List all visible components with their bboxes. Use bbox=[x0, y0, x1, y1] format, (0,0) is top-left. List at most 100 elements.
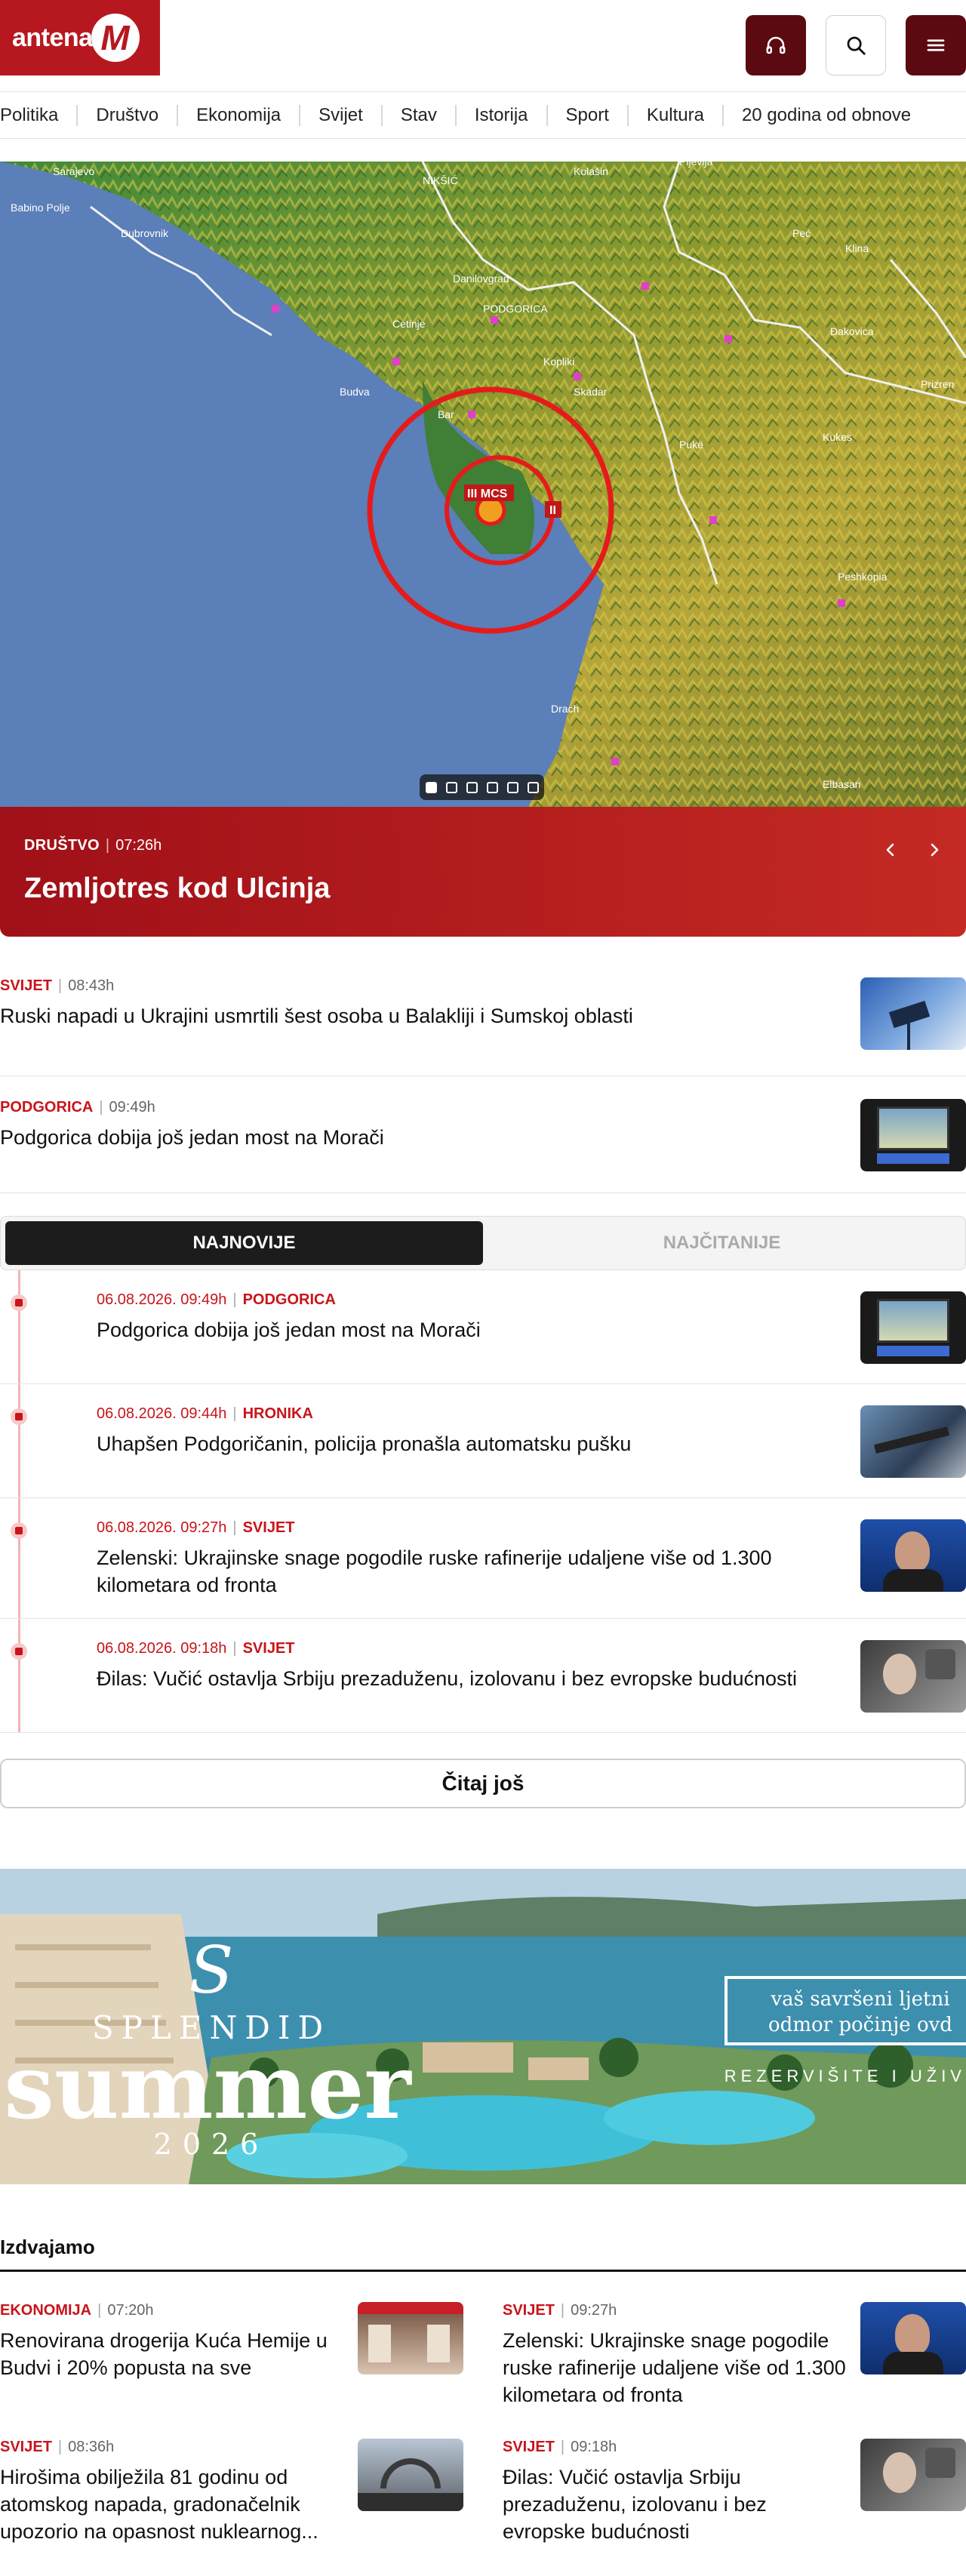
story-text: PODGORICA | 09:49h Podgorica dobija još je… bbox=[0, 1099, 860, 1151]
hero-slider[interactable]: III MCS II Sarajevo Babino Polje Dubrovn… bbox=[0, 162, 966, 807]
slider-dot[interactable] bbox=[445, 781, 457, 793]
story-thumbnail[interactable] bbox=[860, 977, 966, 1050]
timeline-thumbnail[interactable] bbox=[860, 1519, 966, 1592]
chevron-right-icon[interactable] bbox=[925, 837, 943, 863]
timeline-category[interactable]: PODGORICA bbox=[243, 1291, 336, 1308]
featured-category[interactable]: EKONOMIJA bbox=[0, 2302, 91, 2319]
site-logo[interactable]: antena M bbox=[0, 0, 160, 75]
timeline-meta: 06.08.2026. 09:18h | SVIJET bbox=[97, 1640, 295, 1657]
svg-text:Đakovica: Đakovica bbox=[830, 325, 874, 337]
story-thumbnail[interactable] bbox=[860, 1099, 966, 1171]
nav-item-kultura[interactable]: Kultura bbox=[626, 104, 722, 126]
timeline-item[interactable]: 06.08.2026. 09:44h | HRONIKA Uhapšen Podgo… bbox=[0, 1384, 966, 1498]
timeline-datetime: 06.08.2026. 09:18h bbox=[97, 1640, 227, 1657]
search-button[interactable] bbox=[826, 15, 886, 75]
nav-item-obnova[interactable]: 20 godina od obnove bbox=[721, 104, 929, 126]
timeline-dot bbox=[11, 1643, 27, 1660]
story-category[interactable]: PODGORICA bbox=[0, 1099, 93, 1116]
featured-category[interactable]: SVIJET bbox=[503, 2439, 555, 2455]
featured-thumbnail[interactable] bbox=[860, 2302, 966, 2374]
story-title[interactable]: Podgorica dobija još jedan most na Morač… bbox=[0, 1124, 845, 1151]
featured-title[interactable]: Zelenski: Ukrajinske snage pogodile rusk… bbox=[503, 2327, 847, 2408]
svg-text:Pukë: Pukë bbox=[679, 439, 703, 451]
timeline-item[interactable]: 06.08.2026. 09:27h | SVIJET Zelenski: Ukra… bbox=[0, 1498, 966, 1619]
svg-text:Peć: Peć bbox=[792, 227, 811, 239]
timeline-dot bbox=[11, 1522, 27, 1539]
slider-dot[interactable] bbox=[486, 781, 498, 793]
advertisement-banner[interactable]: S SPLENDID summer 2026 vaš savršeni ljet… bbox=[0, 1869, 966, 2184]
svg-text:Kopliki: Kopliki bbox=[543, 355, 574, 368]
featured-title[interactable]: Đilas: Vučić ostavlja Srbiju prezaduženu… bbox=[503, 2464, 847, 2545]
svg-text:Elbasan: Elbasan bbox=[823, 778, 861, 790]
svg-text:Drach: Drach bbox=[551, 703, 579, 715]
timeline-text: 06.08.2026. 09:27h | SVIJET Zelenski: Ukra… bbox=[97, 1519, 860, 1599]
featured-item[interactable]: SVIJET | 08:36h Hirošima obilježila 81 god… bbox=[0, 2408, 463, 2545]
story-time: 08:43h bbox=[68, 977, 115, 994]
timeline-category[interactable]: HRONIKA bbox=[243, 1405, 313, 1422]
timeline-title[interactable]: Uhapšen Podgoričanin, policija pronašla … bbox=[97, 1430, 845, 1457]
timeline-title[interactable]: Zelenski: Ukrajinske snage pogodile rusk… bbox=[97, 1544, 845, 1599]
timeline-category[interactable]: SVIJET bbox=[243, 1519, 295, 1536]
featured-thumbnail[interactable] bbox=[860, 2439, 966, 2511]
featured-item[interactable]: SVIJET | 09:18h Đilas: Vučić ostavlja Srbi… bbox=[503, 2408, 966, 2545]
story-item[interactable]: PODGORICA | 09:49h Podgorica dobija još je… bbox=[0, 1076, 966, 1193]
timeline-text: 06.08.2026. 09:49h | PODGORICA Podgorica d… bbox=[97, 1291, 860, 1364]
chevron-left-icon[interactable] bbox=[881, 837, 900, 863]
timeline-meta: 06.08.2026. 09:44h | HRONIKA bbox=[97, 1405, 313, 1422]
svg-text:Peshkopia: Peshkopia bbox=[838, 571, 888, 583]
read-more-button[interactable]: Čitaj još bbox=[0, 1759, 966, 1808]
slider-dot[interactable] bbox=[466, 781, 478, 793]
nav-item-ekonomija[interactable]: Ekonomija bbox=[177, 104, 299, 126]
nav-item-sport[interactable]: Sport bbox=[546, 104, 627, 126]
featured-meta: EKONOMIJA | 07:20h bbox=[0, 2302, 154, 2319]
timeline-category[interactable]: SVIJET bbox=[243, 1640, 295, 1657]
logo-wordmark: antena bbox=[12, 23, 93, 52]
logo-mark: M bbox=[91, 14, 140, 62]
featured-title[interactable]: Hirošima obilježila 81 godinu od atomsko… bbox=[0, 2464, 344, 2545]
hero-meta: DRUŠTVO | 07:26h bbox=[24, 837, 162, 854]
nav-item-politika[interactable]: Politika bbox=[0, 105, 76, 126]
featured-time: 09:18h bbox=[571, 2439, 617, 2455]
slider-dot[interactable] bbox=[425, 781, 437, 793]
tab-latest[interactable]: NAJNOVIJE bbox=[5, 1221, 483, 1265]
featured-thumbnail[interactable] bbox=[358, 2439, 463, 2511]
timeline-title[interactable]: Đilas: Vučić ostavlja Srbiju prezaduženu… bbox=[97, 1665, 845, 1692]
svg-text:Babino Polje: Babino Polje bbox=[11, 202, 70, 214]
nav-item-drustvo[interactable]: Društvo bbox=[76, 104, 177, 126]
story-item[interactable]: SVIJET | 08:43h Ruski napadi u Ukrajini us… bbox=[0, 977, 966, 1076]
story-title[interactable]: Ruski napadi u Ukrajini usmrtili šest os… bbox=[0, 1002, 845, 1029]
story-category[interactable]: SVIJET bbox=[0, 977, 52, 994]
timeline-meta: 06.08.2026. 09:49h | PODGORICA bbox=[97, 1291, 336, 1308]
radio-button[interactable] bbox=[746, 15, 806, 75]
featured-item[interactable]: SVIJET | 09:27h Zelenski: Ukrajinske snage… bbox=[503, 2272, 966, 2408]
svg-text:III MCS: III MCS bbox=[467, 488, 508, 500]
ad-title: summer bbox=[4, 2034, 411, 2139]
svg-text:Bar: Bar bbox=[438, 408, 454, 420]
ad-cta[interactable]: REZERVIŠITE I UŽIV bbox=[724, 2067, 966, 2086]
featured-thumbnail[interactable] bbox=[358, 2302, 463, 2374]
hero-title[interactable]: Zemljotres kod Ulcinja bbox=[24, 873, 942, 905]
timeline-thumbnail[interactable] bbox=[860, 1640, 966, 1713]
featured-title[interactable]: Renovirana drogerija Kuća Hemije u Budvi… bbox=[0, 2327, 344, 2381]
hero-category[interactable]: DRUŠTVO bbox=[24, 837, 100, 854]
search-icon bbox=[847, 36, 866, 55]
timeline-thumbnail[interactable] bbox=[860, 1405, 966, 1478]
slider-dot[interactable] bbox=[506, 781, 518, 793]
menu-icon bbox=[927, 39, 945, 51]
slider-dot[interactable] bbox=[527, 781, 539, 793]
timeline-item[interactable]: 06.08.2026. 09:18h | SVIJET Đilas: Vučić o… bbox=[0, 1619, 966, 1733]
svg-text:Danilovgrad: Danilovgrad bbox=[453, 272, 509, 285]
svg-text:II: II bbox=[549, 504, 556, 517]
hero-caption[interactable]: DRUŠTVO | 07:26h Zemljotres kod Ulcinja bbox=[0, 807, 966, 937]
timeline-thumbnail[interactable] bbox=[860, 1291, 966, 1364]
nav-item-svijet[interactable]: Svijet bbox=[299, 104, 381, 126]
timeline-item[interactable]: 06.08.2026. 09:49h | PODGORICA Podgorica d… bbox=[0, 1270, 966, 1384]
menu-button[interactable] bbox=[906, 15, 966, 75]
featured-item[interactable]: EKONOMIJA | 07:20h Renovirana drogerija Ku… bbox=[0, 2272, 463, 2408]
featured-category[interactable]: SVIJET bbox=[503, 2302, 555, 2319]
tab-most-read[interactable]: NAJČITANIJE bbox=[483, 1221, 961, 1265]
timeline-title[interactable]: Podgorica dobija još jedan most na Morač… bbox=[97, 1316, 845, 1343]
nav-item-stav[interactable]: Stav bbox=[380, 104, 455, 126]
featured-category[interactable]: SVIJET bbox=[0, 2439, 52, 2455]
nav-item-istorija[interactable]: Istorija bbox=[454, 104, 546, 126]
